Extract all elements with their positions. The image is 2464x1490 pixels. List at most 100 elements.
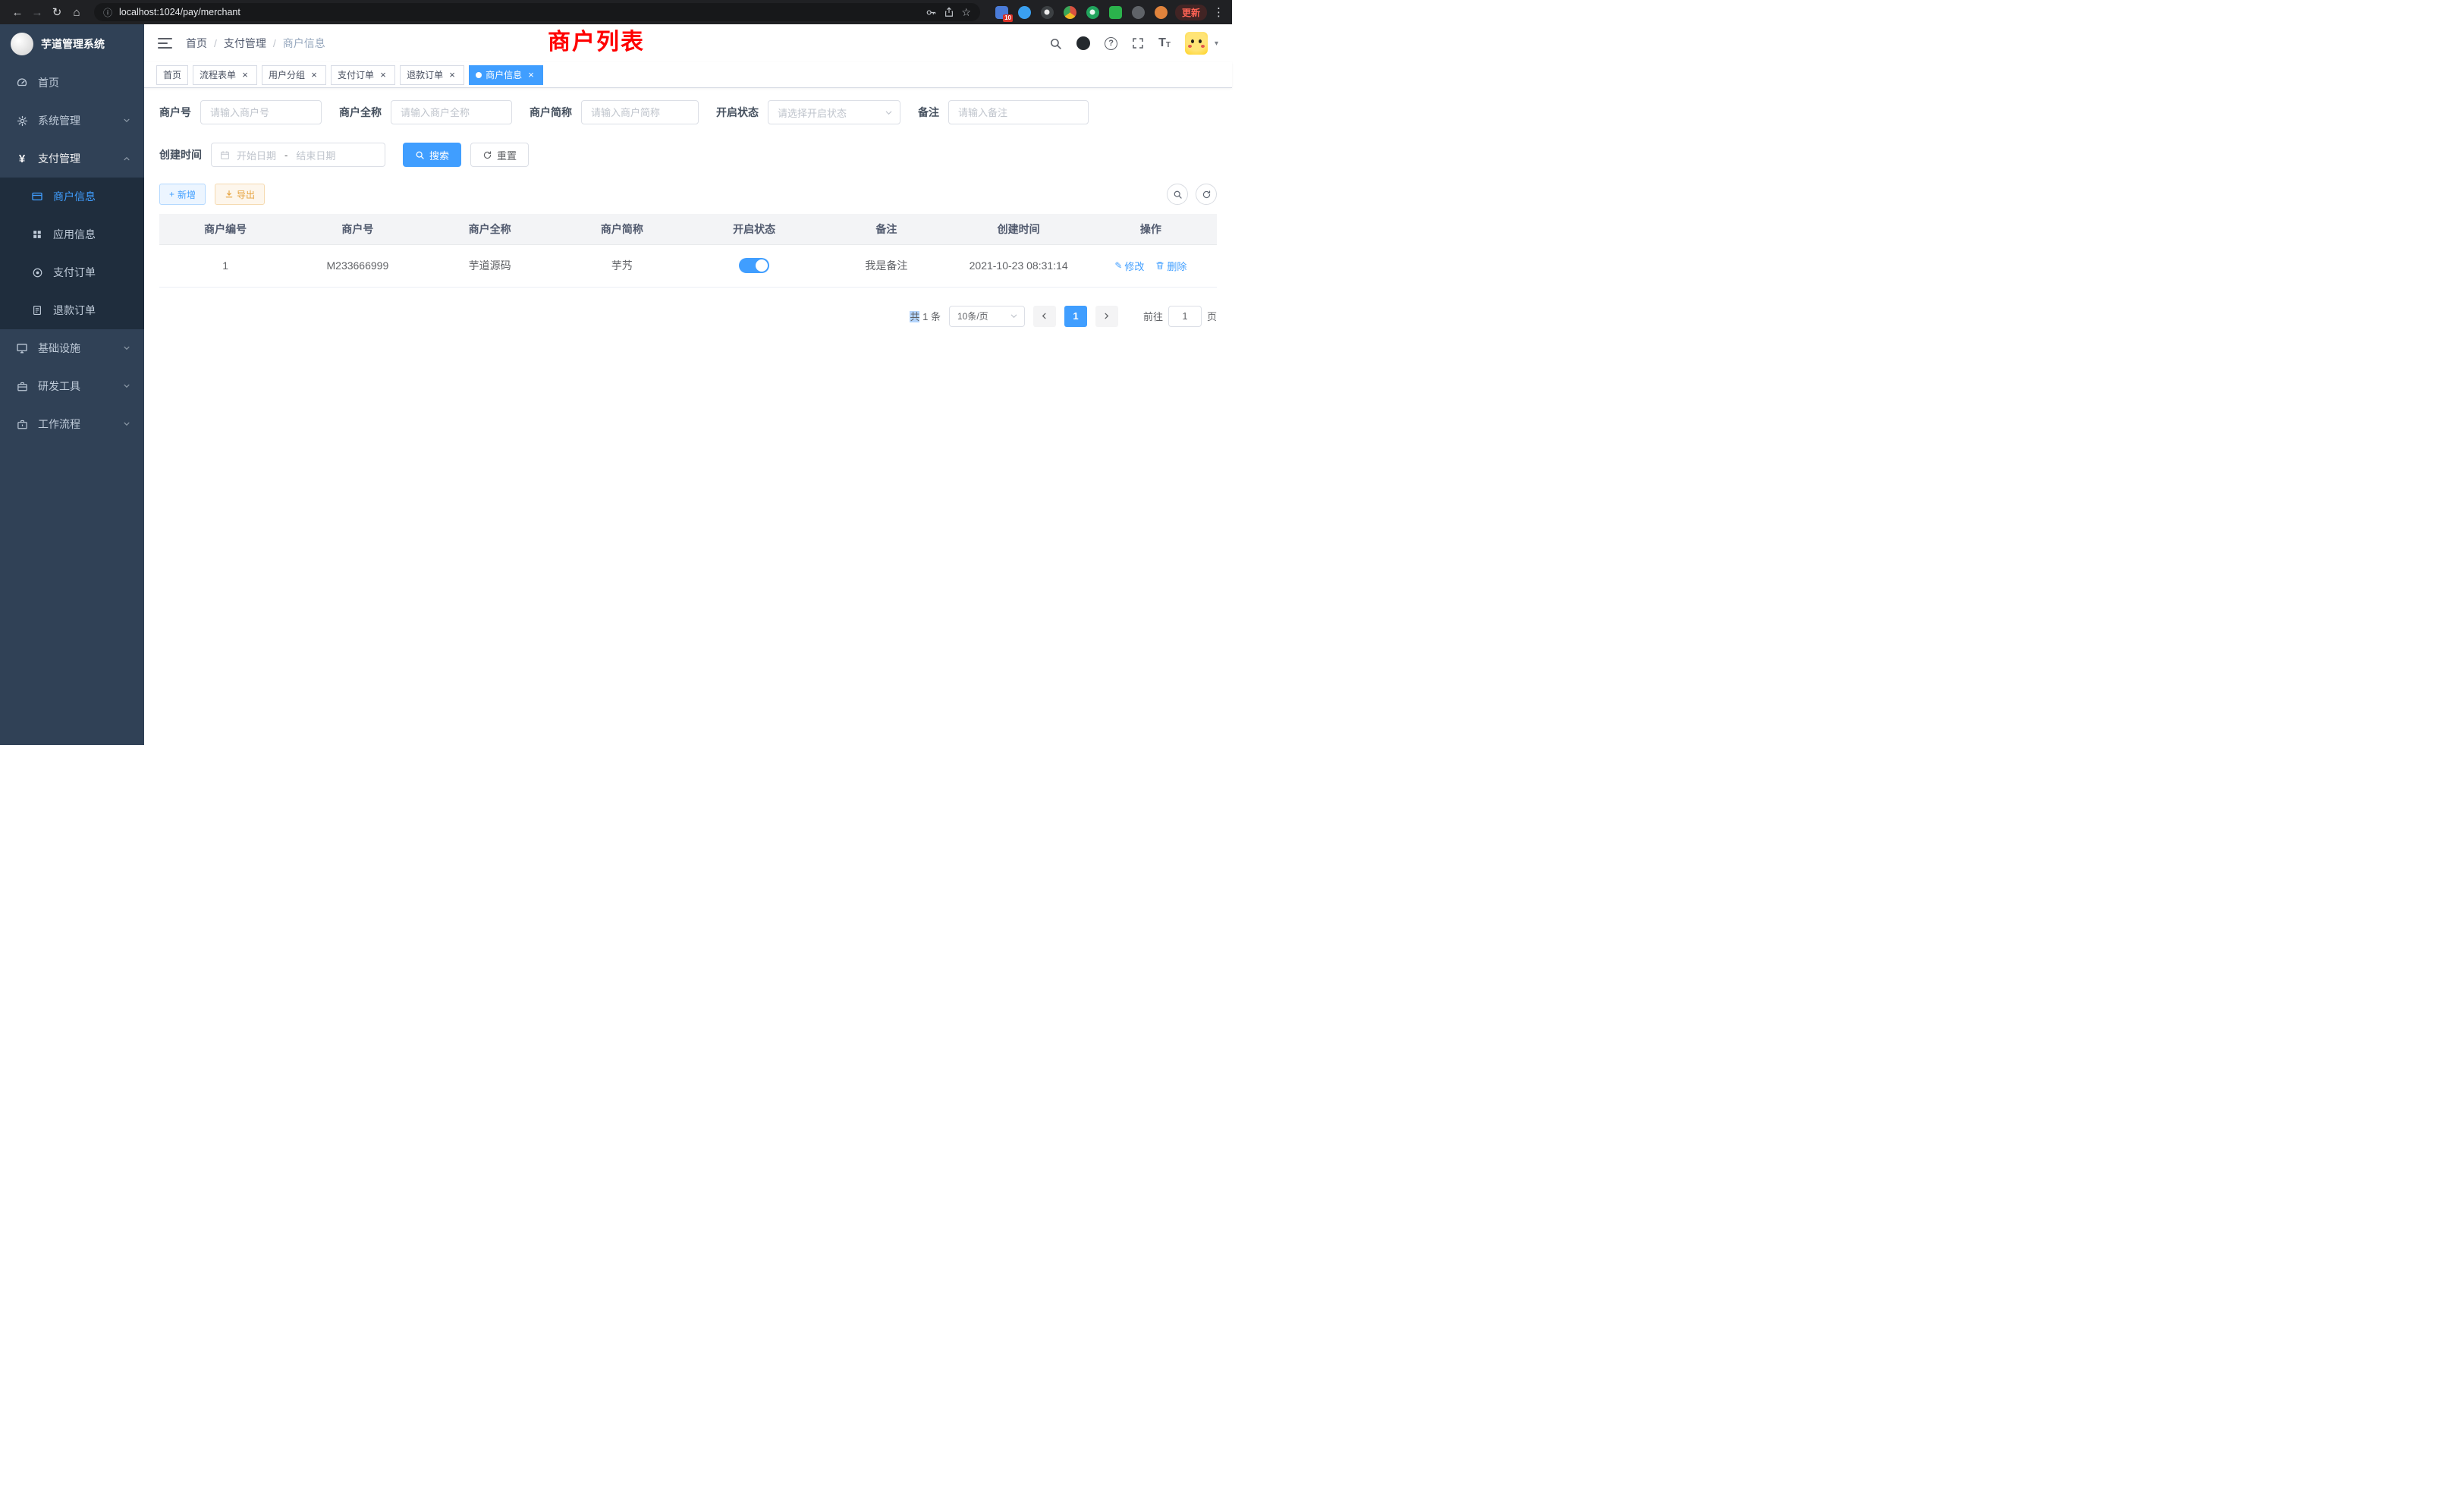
sidebar-item-pay[interactable]: ¥ 支付管理 [0, 140, 144, 178]
export-button[interactable]: 导出 [215, 184, 265, 205]
start-date-placeholder: 开始日期 [237, 148, 276, 162]
address-bar[interactable]: ⓘ localhost:1024/pay/merchant ☆ [94, 3, 980, 21]
remark-input[interactable] [948, 100, 1089, 124]
filter-row-1: 商户号 商户全称 商户简称 开启状态 请选择开启状态 [159, 100, 1217, 124]
font-size-icon[interactable]: TT [1158, 37, 1171, 49]
merchant-no-input[interactable] [200, 100, 322, 124]
app-logo[interactable]: 芋道管理系统 [0, 24, 144, 64]
table-toolbar: + 新增 导出 [159, 184, 1217, 205]
filter-label: 创建时间 [159, 147, 202, 162]
extensions-row: 10 [995, 6, 1168, 19]
sidebar-item-dev-tools[interactable]: 研发工具 [0, 367, 144, 405]
sidebar-item-refund-order[interactable]: 退款订单 [0, 291, 144, 329]
status-select[interactable]: 请选择开启状态 [768, 100, 900, 124]
page-size-select[interactable]: 10条/页 [949, 306, 1025, 327]
pagination: 共 1 条 10条/页 1 前往 页 [159, 306, 1217, 327]
close-icon[interactable]: × [240, 70, 250, 80]
tab-home[interactable]: 首页 [156, 65, 188, 85]
active-dot [476, 72, 482, 78]
extension-icon-6[interactable] [1109, 6, 1122, 19]
col-header: 操作 [1085, 214, 1217, 244]
close-icon[interactable]: × [526, 70, 536, 80]
sidebar-item-home[interactable]: 首页 [0, 64, 144, 102]
close-icon[interactable]: × [447, 70, 457, 80]
extensions-puzzle-icon[interactable] [1132, 6, 1145, 19]
sidebar-item-system[interactable]: 系统管理 [0, 102, 144, 140]
fullscreen-icon[interactable] [1132, 37, 1144, 49]
sidebar-item-label: 基础设施 [38, 341, 80, 356]
date-range-picker[interactable]: 开始日期 - 结束日期 [211, 143, 385, 167]
add-button-label: 新增 [178, 188, 196, 201]
full-name-input[interactable] [391, 100, 512, 124]
cell-actions: ✎ 修改 删除 [1085, 244, 1217, 287]
target-icon [30, 267, 44, 278]
filter-label: 商户号 [159, 105, 191, 120]
add-button[interactable]: + 新增 [159, 184, 206, 205]
help-icon[interactable]: ? [1105, 37, 1117, 50]
reset-button-label: 重置 [497, 148, 517, 162]
avatar-caret-icon[interactable]: ▾ [1215, 39, 1218, 48]
short-name-input[interactable] [581, 100, 699, 124]
sidebar-item-workflow[interactable]: 工作流程 [0, 405, 144, 443]
sidebar-item-merchant-info[interactable]: 商户信息 [0, 178, 144, 215]
document-icon [30, 305, 44, 316]
reset-button[interactable]: 重置 [470, 143, 529, 167]
extension-icon-5[interactable] [1086, 6, 1099, 19]
goto-label: 前往 [1143, 309, 1163, 323]
tab-user-group[interactable]: 用户分组 × [262, 65, 326, 85]
search-button[interactable]: 搜索 [403, 143, 461, 167]
extension-icon-3[interactable] [1041, 6, 1054, 19]
cell-remark: 我是备注 [820, 244, 952, 287]
chrome-update-button[interactable]: 更新 [1175, 5, 1207, 20]
user-avatar[interactable] [1185, 32, 1208, 55]
browser-forward-button[interactable]: → [27, 2, 47, 22]
prev-page-button[interactable] [1033, 306, 1056, 327]
chevron-up-icon [123, 155, 130, 162]
share-icon[interactable] [944, 7, 954, 17]
col-header: 备注 [820, 214, 952, 244]
monitor-icon [15, 342, 29, 354]
browser-reload-button[interactable]: ↻ [47, 2, 67, 22]
bookmark-star-icon[interactable]: ☆ [961, 6, 971, 19]
tab-merchant-info[interactable]: 商户信息 × [469, 65, 543, 85]
status-toggle[interactable] [739, 258, 769, 273]
search-icon [415, 150, 425, 160]
goto-page-input[interactable] [1168, 306, 1202, 327]
extension-icon-4[interactable] [1064, 6, 1076, 19]
refresh-table-button[interactable] [1196, 184, 1217, 205]
tab-process-form[interactable]: 流程表单 × [193, 65, 257, 85]
delete-link[interactable]: 删除 [1155, 259, 1186, 273]
breadcrumb-separator: / [214, 37, 217, 49]
sidebar-item-app-info[interactable]: 应用信息 [0, 215, 144, 253]
toolbox-icon [15, 381, 29, 392]
sidebar-toggle-icon[interactable] [158, 38, 172, 49]
sidebar-item-infra[interactable]: 基础设施 [0, 329, 144, 367]
page-unit-label: 页 [1207, 309, 1217, 323]
site-info-icon[interactable]: ⓘ [103, 6, 112, 19]
tab-refund-order[interactable]: 退款订单 × [400, 65, 464, 85]
page-number-button[interactable]: 1 [1064, 306, 1087, 327]
breadcrumb-home[interactable]: 首页 [186, 36, 207, 51]
end-date-placeholder: 结束日期 [296, 148, 335, 162]
close-icon[interactable]: × [309, 70, 319, 80]
search-icon[interactable] [1049, 37, 1062, 50]
github-icon[interactable] [1076, 36, 1090, 50]
browser-menu-icon[interactable]: ⋮ [1213, 5, 1224, 19]
edit-link[interactable]: ✎ 修改 [1114, 259, 1144, 273]
next-page-button[interactable] [1095, 306, 1118, 327]
sidebar-item-pay-order[interactable]: 支付订单 [0, 253, 144, 291]
browser-back-button[interactable]: ← [8, 2, 27, 22]
col-header: 商户全称 [424, 214, 556, 244]
extension-icon-2[interactable] [1018, 6, 1031, 19]
briefcase-icon [15, 419, 29, 430]
password-key-icon[interactable] [926, 7, 937, 18]
extension-icon-1[interactable]: 10 [995, 6, 1008, 19]
breadcrumb-pay[interactable]: 支付管理 [224, 36, 266, 51]
col-header: 商户编号 [159, 214, 291, 244]
tab-pay-order[interactable]: 支付订单 × [331, 65, 395, 85]
close-icon[interactable]: × [378, 70, 388, 80]
browser-home-button[interactable]: ⌂ [67, 2, 86, 22]
toggle-search-button[interactable] [1167, 184, 1188, 205]
profile-avatar-icon[interactable] [1155, 6, 1168, 19]
edit-pen-icon: ✎ [1114, 260, 1122, 271]
